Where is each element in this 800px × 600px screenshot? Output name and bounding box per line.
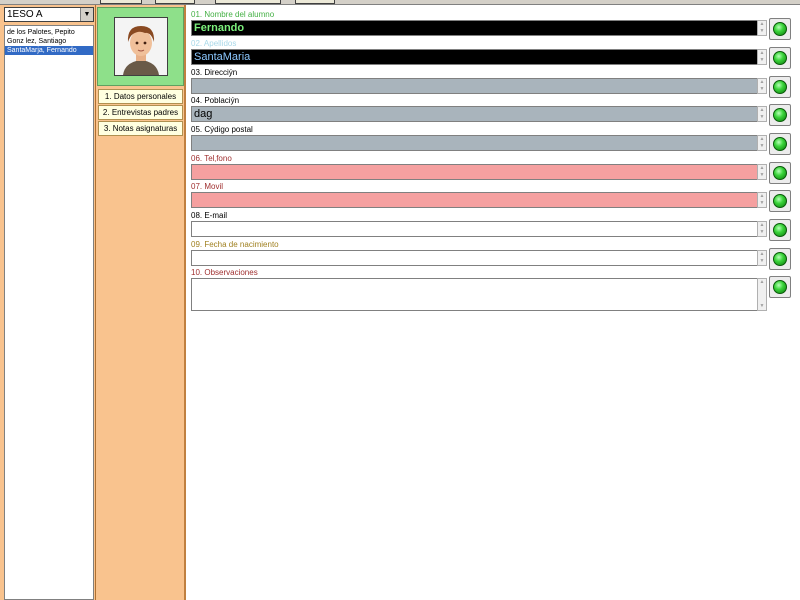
left-panel: 1ESO A ▼ de los Palotes, Pepito Gonz lez,… [0,5,96,600]
scroll-up-icon[interactable]: ▲ [758,136,766,143]
field-scrollbar[interactable]: ▲ ▼ [757,192,767,208]
group-select-value: 1ESO A [7,9,43,20]
field-label: 02. Apellidos [191,39,237,48]
scroll-up-icon[interactable]: ▲ [758,79,766,86]
green-led-icon [773,194,787,208]
confirm-button[interactable] [769,18,791,40]
toolbar-button-2[interactable] [155,0,195,4]
green-led-icon [773,80,787,94]
scroll-down-icon[interactable]: ▼ [758,114,766,121]
confirm-button[interactable] [769,76,791,98]
field-input[interactable]: Fernando [191,20,763,36]
field-scrollbar[interactable]: ▲ ▼ [757,78,767,94]
field-label: 05. Cýdigo postal [191,125,253,134]
scroll-down-icon[interactable]: ▼ [758,143,766,150]
toolbar-button-3[interactable] [215,0,281,4]
student-list-item[interactable]: SantaMarja, Fernando [5,46,93,55]
green-led-icon [773,280,787,294]
field-input[interactable] [191,78,763,94]
field-label: 01. Nombre del alumno [191,10,275,19]
field-input[interactable] [191,164,763,180]
scroll-up-icon[interactable]: ▲ [758,251,766,258]
scroll-up-icon[interactable]: ▲ [758,21,766,28]
field-scrollbar[interactable]: ▲ ▼ [757,164,767,180]
scroll-down-icon[interactable]: ▼ [758,200,766,207]
field-label: 06. Tel‚fono [191,154,232,163]
field-input[interactable] [191,192,763,208]
confirm-button[interactable] [769,47,791,69]
student-list-item[interactable]: de los Palotes, Pepito [5,28,93,37]
confirm-button[interactable] [769,248,791,270]
field-label: 04. Poblaciýn [191,96,240,105]
confirm-button[interactable] [769,190,791,212]
confirm-button[interactable] [769,162,791,184]
confirm-button[interactable] [769,276,791,298]
scroll-down-icon[interactable]: ▼ [758,172,766,179]
scroll-down-icon[interactable]: ▼ [758,303,766,310]
tab-datos-personales[interactable]: 1. Datos personales [98,89,183,104]
field-input[interactable] [191,135,763,151]
field-scrollbar[interactable]: ▲ ▼ [757,221,767,237]
scroll-down-icon[interactable]: ▼ [758,86,766,93]
scroll-up-icon[interactable]: ▲ [758,165,766,172]
scroll-down-icon[interactable]: ▼ [758,229,766,236]
green-led-icon [773,166,787,180]
field-label: 08. E-mail [191,211,228,220]
toolbar-button-1[interactable] [100,0,142,4]
student-avatar [114,17,168,76]
student-list[interactable]: de los Palotes, Pepito Gonz lez, Santiago… [4,25,94,600]
field-scrollbar[interactable]: ▲ ▼ [757,278,767,311]
field-input[interactable]: SantaMaria [191,49,763,65]
field-scrollbar[interactable]: ▲ ▼ [757,20,767,36]
toolbar-button-4[interactable] [295,0,335,4]
green-led-icon [773,51,787,65]
navigation-panel: 1. Datos personales 2. Entrevistas padre… [96,5,186,600]
scroll-up-icon[interactable]: ▲ [758,50,766,57]
field-scrollbar[interactable]: ▲ ▼ [757,250,767,266]
green-led-icon [773,223,787,237]
scroll-up-icon[interactable]: ▲ [758,107,766,114]
field-label: 09. Fecha de nacimiento [191,240,279,249]
field-input[interactable] [191,221,763,237]
green-led-icon [773,252,787,266]
photo-frame [97,7,184,86]
scroll-up-icon[interactable]: ▲ [758,222,766,229]
scroll-up-icon[interactable]: ▲ [758,193,766,200]
field-scrollbar[interactable]: ▲ ▼ [757,135,767,151]
tab-entrevistas-padres[interactable]: 2. Entrevistas padres [98,105,183,120]
confirm-button[interactable] [769,219,791,241]
field-label: 10. Observaciones [191,268,258,277]
green-led-icon [773,137,787,151]
green-led-icon [773,22,787,36]
confirm-button[interactable] [769,104,791,126]
scroll-down-icon[interactable]: ▼ [758,258,766,265]
field-scrollbar[interactable]: ▲ ▼ [757,106,767,122]
confirm-button[interactable] [769,133,791,155]
tab-notas-asignaturas[interactable]: 3. Notas asignaturas [98,121,183,136]
green-led-icon [773,108,787,122]
student-form: 01. Nombre del alumno Fernando ▲ ▼ 02. Apell… [186,5,800,600]
field-input[interactable] [191,278,763,311]
field-label: 03. Direcciýn [191,68,238,77]
field-input[interactable] [191,250,763,266]
chevron-down-icon[interactable]: ▼ [80,8,93,21]
scroll-down-icon[interactable]: ▼ [758,28,766,35]
group-select[interactable]: 1ESO A ▼ [4,7,94,22]
scroll-down-icon[interactable]: ▼ [758,57,766,64]
field-input[interactable]: dag [191,106,763,122]
student-list-item[interactable]: Gonz lez, Santiago [5,37,93,46]
field-label: 07. Movil [191,182,224,191]
scroll-up-icon[interactable]: ▲ [758,279,766,286]
field-scrollbar[interactable]: ▲ ▼ [757,49,767,65]
